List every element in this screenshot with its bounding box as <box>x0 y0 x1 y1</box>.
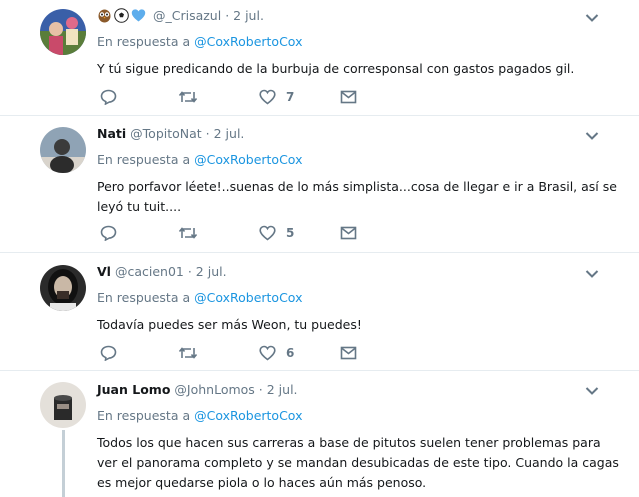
avatar[interactable] <box>40 9 86 55</box>
retweet-button[interactable] <box>178 224 198 242</box>
tweet[interactable]: Vl @cacien01 · 2 jul. En respuesta a @Co… <box>0 253 639 371</box>
reply-context: En respuesta a @CoxRobertoCox <box>97 152 303 167</box>
user-handle[interactable]: @cacien01 <box>115 264 184 279</box>
tweet-text: Pero porfavor léete!..suenas de lo más s… <box>97 179 617 214</box>
soccer-ball-emoji <box>114 8 129 23</box>
user-handle[interactable]: @TopitoNat <box>130 126 202 141</box>
user-name[interactable]: Nati <box>97 126 126 141</box>
tweet-header: Juan Lomo @JohnLomos · 2 jul. <box>97 382 298 397</box>
heart-icon <box>259 225 276 241</box>
reply-context: En respuesta a @CoxRobertoCox <box>97 408 303 423</box>
reply-context: En respuesta a @CoxRobertoCox <box>97 290 303 305</box>
user-name[interactable]: Juan Lomo <box>97 382 170 397</box>
thread-connector-line <box>62 430 65 497</box>
envelope-icon <box>340 90 357 104</box>
direct-message-button[interactable] <box>340 344 357 362</box>
blue-heart-emoji <box>131 8 146 23</box>
owl-emoji <box>97 8 112 23</box>
like-count: 5 <box>286 226 295 240</box>
reply-mention-link[interactable]: @CoxRobertoCox <box>194 34 302 49</box>
tweet-timestamp[interactable]: 2 jul. <box>267 382 298 397</box>
replies-feed: @_Crisazul · 2 jul. En respuesta a @CoxR… <box>0 0 639 497</box>
envelope-icon <box>340 226 357 240</box>
user-handle[interactable]: @JohnLomos <box>174 382 254 397</box>
tweet[interactable]: @_Crisazul · 2 jul. En respuesta a @CoxR… <box>0 0 639 116</box>
like-button[interactable]: 6 <box>259 344 294 362</box>
reply-mention-link[interactable]: @CoxRobertoCox <box>194 408 302 423</box>
like-button[interactable]: 5 <box>259 224 294 242</box>
tweet-text: Y tú sigue predicando de la burbuja de c… <box>97 61 575 76</box>
chevron-down-icon[interactable] <box>585 269 599 279</box>
tweet-header: Nati @TopitoNat · 2 jul. <box>97 126 245 141</box>
envelope-icon <box>340 346 357 360</box>
avatar[interactable] <box>40 127 86 173</box>
heart-icon <box>259 345 276 361</box>
tweet-timestamp[interactable]: 2 jul. <box>196 264 227 279</box>
avatar[interactable] <box>40 265 86 311</box>
reply-icon <box>100 89 117 105</box>
tweet-timestamp[interactable]: 2 jul. <box>233 8 264 23</box>
tweet-timestamp[interactable]: 2 jul. <box>214 126 245 141</box>
like-count: 7 <box>286 90 295 104</box>
tweet-text: Todos los que hacen sus carreras a base … <box>97 435 619 490</box>
retweet-button[interactable] <box>178 344 198 362</box>
direct-message-button[interactable] <box>340 88 357 106</box>
tweet[interactable]: Juan Lomo @JohnLomos · 2 jul. En respues… <box>0 371 639 497</box>
reply-context: En respuesta a @CoxRobertoCox <box>97 34 303 49</box>
tweet-header: @_Crisazul · 2 jul. <box>97 8 619 24</box>
reply-button[interactable] <box>100 224 117 242</box>
user-name[interactable]: Vl <box>97 264 111 279</box>
retweet-icon <box>178 91 198 103</box>
reply-icon <box>100 225 117 241</box>
direct-message-button[interactable] <box>340 224 357 242</box>
tweet-actions: 6 <box>97 344 377 362</box>
tweet-header: Vl @cacien01 · 2 jul. <box>97 264 227 279</box>
tweet-text: Todavía puedes ser más Weon, tu puedes! <box>97 317 362 332</box>
tweet[interactable]: Nati @TopitoNat · 2 jul. En respuesta a … <box>0 116 639 253</box>
tweet-actions: 5 <box>97 224 377 242</box>
user-handle[interactable]: @_Crisazul <box>153 8 221 23</box>
retweet-icon <box>178 227 198 239</box>
reply-icon <box>100 345 117 361</box>
tweet-actions: 7 <box>97 88 377 106</box>
like-button[interactable]: 7 <box>259 88 294 106</box>
reply-button[interactable] <box>100 88 117 106</box>
chevron-down-icon[interactable] <box>585 13 599 23</box>
retweet-icon <box>178 347 198 359</box>
avatar[interactable] <box>40 382 86 428</box>
retweet-button[interactable] <box>178 88 198 106</box>
like-count: 6 <box>286 346 295 360</box>
reply-mention-link[interactable]: @CoxRobertoCox <box>194 152 302 167</box>
reply-mention-link[interactable]: @CoxRobertoCox <box>194 290 302 305</box>
reply-button[interactable] <box>100 344 117 362</box>
chevron-down-icon[interactable] <box>585 131 599 141</box>
chevron-down-icon[interactable] <box>585 386 599 396</box>
heart-icon <box>259 89 276 105</box>
